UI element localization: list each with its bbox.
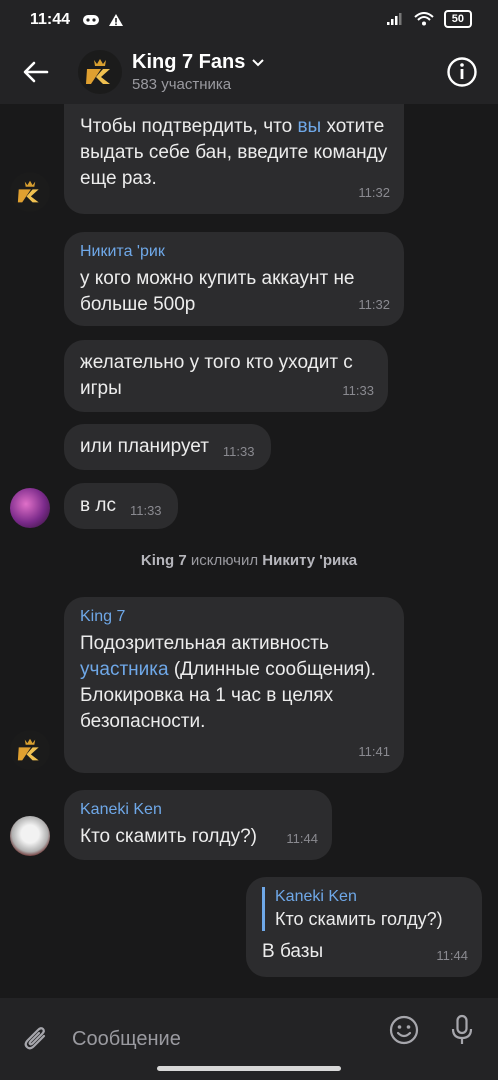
message-text: (Длинные сообщения). bbox=[168, 659, 376, 680]
signal-icon bbox=[386, 13, 402, 25]
sender-name[interactable]: Kaneki Ken bbox=[80, 800, 316, 820]
message-time: 11:44 bbox=[436, 948, 468, 963]
member-count: 583 участника bbox=[132, 76, 232, 93]
chat-title: King 7 Fans bbox=[132, 51, 246, 73]
king7-logo-icon bbox=[17, 180, 39, 203]
avatar[interactable] bbox=[10, 816, 50, 856]
back-button[interactable] bbox=[16, 52, 56, 92]
sender-name[interactable]: Никита 'рик bbox=[80, 242, 388, 262]
microphone-icon bbox=[451, 1014, 473, 1044]
avatar[interactable] bbox=[10, 172, 50, 212]
warning-icon bbox=[109, 14, 124, 26]
smiley-icon bbox=[389, 1015, 419, 1045]
message-text: Чтобы подтвердить, что bbox=[80, 116, 298, 137]
service-action: исключил bbox=[186, 552, 263, 569]
reply-quote[interactable]: Kaneki Ken Кто скамить голду?) bbox=[262, 887, 466, 931]
message-text: Подозрительная активность bbox=[80, 633, 329, 654]
message-time: 11:41 bbox=[358, 744, 390, 759]
king7-logo-icon bbox=[86, 59, 110, 84]
service-target[interactable]: Никиту 'рика bbox=[262, 552, 357, 569]
message-bubble[interactable]: Kaneki Ken Кто скамить голду?) 11:44 bbox=[64, 790, 332, 860]
mention-link[interactable]: участника bbox=[80, 659, 169, 680]
reply-sender: Kaneki Ken bbox=[275, 888, 357, 905]
message-time: 11:32 bbox=[358, 185, 390, 200]
home-indicator[interactable] bbox=[157, 1066, 341, 1071]
message-time: 11:33 bbox=[342, 383, 374, 398]
emoji-button[interactable] bbox=[386, 1012, 422, 1048]
message-bubble-outgoing[interactable]: Kaneki Ken Кто скамить голду?) В базы 11… bbox=[246, 877, 482, 977]
message-text: В базы bbox=[262, 941, 324, 962]
chat-title-block[interactable]: King 7 Fans 583 участника bbox=[132, 51, 265, 93]
message-text: у кого можно купить аккаунт не больше 50… bbox=[80, 268, 355, 315]
gamepad-icon bbox=[83, 15, 100, 25]
message-text: Кто скамить голду?) bbox=[80, 826, 257, 847]
message-time: 11:33 bbox=[222, 444, 255, 459]
avatar[interactable] bbox=[10, 488, 50, 528]
info-circle-icon bbox=[447, 57, 477, 87]
service-actor[interactable]: King 7 bbox=[141, 552, 187, 569]
message-text: желательно у того кто уходит с игры bbox=[80, 352, 353, 399]
sender-name[interactable]: King 7 bbox=[80, 607, 388, 627]
avatar[interactable] bbox=[10, 730, 50, 770]
message-bubble[interactable]: Чтобы подтвердить, что вы хотите выдать … bbox=[64, 104, 404, 214]
chevron-down-icon bbox=[252, 58, 265, 66]
mention-link[interactable]: вы bbox=[297, 116, 321, 137]
service-message: King 7 исключил Никиту 'рика bbox=[0, 552, 498, 569]
mic-button[interactable] bbox=[444, 1012, 480, 1048]
status-time: 11:44 bbox=[30, 11, 71, 28]
message-input[interactable] bbox=[70, 1026, 354, 1052]
message-bubble[interactable]: в лс 11:33 bbox=[64, 483, 178, 529]
wifi-icon bbox=[414, 12, 434, 26]
king7-logo-icon bbox=[17, 738, 39, 761]
message-text: Блокировка на 1 час в целях безопасности… bbox=[80, 685, 334, 732]
reply-text: Кто скамить голду?) bbox=[275, 909, 443, 929]
message-text: или планирует bbox=[80, 436, 209, 457]
arrow-left-icon bbox=[23, 61, 49, 83]
chat-avatar[interactable] bbox=[78, 50, 122, 94]
status-bar: 11:44 50 bbox=[0, 0, 498, 40]
message-text: в лс bbox=[80, 495, 116, 516]
message-time: 11:44 bbox=[286, 831, 318, 846]
attach-button[interactable] bbox=[16, 1019, 56, 1059]
info-button[interactable] bbox=[442, 52, 482, 92]
message-time: 11:32 bbox=[358, 297, 390, 312]
battery-indicator: 50 bbox=[443, 10, 472, 28]
message-bubble[interactable]: Никита 'рик у кого можно купить аккаунт … bbox=[64, 232, 404, 326]
message-bubble[interactable]: или планирует 11:33 bbox=[64, 424, 271, 470]
message-bubble[interactable]: желательно у того кто уходит с игры 11:3… bbox=[64, 340, 388, 412]
chat-header: King 7 Fans 583 участника bbox=[0, 40, 498, 104]
paperclip-icon bbox=[24, 1027, 46, 1050]
message-time: 11:33 bbox=[129, 503, 162, 518]
message-bubble[interactable]: King 7 Подозрительная активность участни… bbox=[64, 597, 404, 773]
